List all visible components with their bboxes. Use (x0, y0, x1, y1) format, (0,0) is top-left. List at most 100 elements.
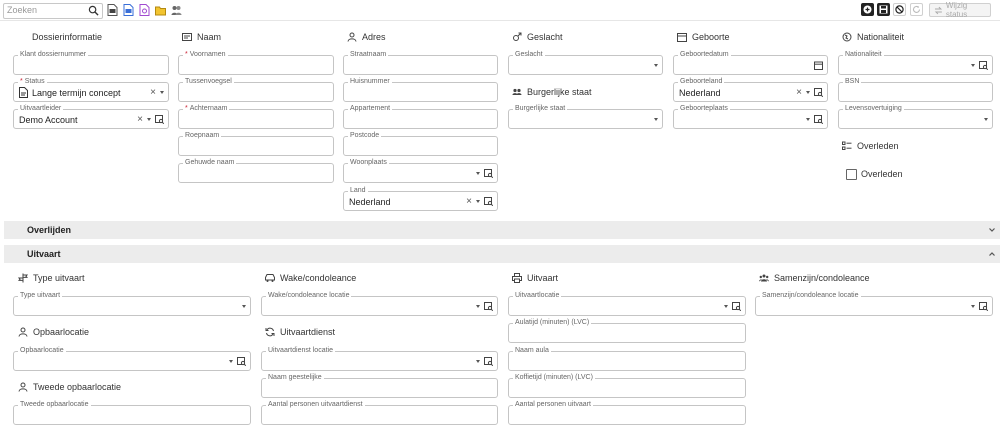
appartement-field[interactable]: Appartement (343, 104, 498, 129)
uitvaartdienst-locatie-select[interactable]: Uitvaartdienst locatie (261, 346, 498, 371)
field-label: Samenzijn/condoleance locatie (760, 291, 861, 300)
open-record-icon[interactable] (484, 302, 493, 311)
type-uitvaart-select[interactable]: Type uitvaart (13, 291, 251, 316)
clear-icon[interactable]: × (796, 87, 802, 98)
roepnaam-field[interactable]: Roepnaam (178, 131, 334, 156)
gehuwde-naam-field[interactable]: Gehuwde naam (178, 158, 334, 183)
samenzijn-locatie-select[interactable]: Samenzijn/condoleance locatie (755, 291, 993, 316)
levensovertuiging-select[interactable]: Levensovertuiging (838, 104, 993, 129)
open-record-icon[interactable] (979, 61, 988, 70)
clear-icon[interactable]: × (137, 114, 143, 125)
open-record-icon[interactable] (484, 169, 493, 178)
status-select[interactable]: * Status Lange termijn concept × (13, 77, 169, 102)
chevron-down-icon[interactable] (806, 91, 810, 94)
folder-icon[interactable] (155, 4, 166, 16)
section-title: Geslacht (527, 32, 563, 42)
geboortedatum-field[interactable]: Geboortedatum (673, 50, 828, 75)
geboorteplaats-select[interactable]: Geboorteplaats (673, 104, 828, 129)
woonplaats-select[interactable]: Woonplaats (343, 158, 498, 183)
aantal-personen-uitvaart-field[interactable]: Aantal personen uitvaart (508, 400, 746, 425)
uitvaartleider-select[interactable]: Uitvaartleider Demo Account × (13, 104, 169, 129)
naam-geestelijke-field[interactable]: Naam geestelijke (261, 373, 498, 398)
open-record-icon[interactable] (237, 357, 246, 366)
printer-icon (512, 273, 522, 283)
chevron-down-icon[interactable] (806, 118, 810, 121)
document-pdf-icon[interactable] (107, 4, 118, 16)
chevron-down-icon[interactable] (242, 305, 246, 308)
open-record-icon[interactable] (732, 302, 741, 311)
overlijden-panel-header[interactable]: Overlijden (4, 221, 1000, 239)
search-box[interactable] (3, 3, 103, 19)
chevron-down-icon[interactable] (724, 305, 728, 308)
koffietijd-field[interactable]: Koffietijd (minuten) (LVC) (508, 373, 746, 398)
aulatijd-field[interactable]: Aulatijd (minuten) (LVC) (508, 318, 746, 343)
field-label: Geslacht (513, 50, 545, 59)
calendar-icon[interactable] (814, 61, 823, 70)
document-word-icon[interactable] (123, 4, 134, 16)
straatnaam-field[interactable]: Straatnaam (343, 50, 498, 75)
open-record-icon[interactable] (814, 115, 823, 124)
chevron-down-icon[interactable] (476, 305, 480, 308)
chevron-down-icon[interactable] (476, 360, 480, 363)
geboorteland-select[interactable]: Geboorteland Nederland × (673, 77, 828, 102)
chevron-down-icon[interactable] (984, 118, 988, 121)
open-record-icon[interactable] (814, 88, 823, 97)
naam-aula-field[interactable]: Naam aula (508, 346, 746, 371)
change-status-button[interactable]: Wijzig status (929, 1, 991, 19)
signpost-icon (18, 273, 28, 283)
search-icon (88, 5, 99, 16)
people-icon[interactable] (171, 4, 182, 16)
add-button[interactable] (861, 3, 874, 16)
geslacht-select[interactable]: Geslacht (508, 50, 663, 75)
open-record-icon[interactable] (484, 197, 493, 206)
chevron-down-icon[interactable] (229, 360, 233, 363)
chevron-down-icon[interactable] (476, 200, 480, 203)
postcode-field[interactable]: Postcode (343, 131, 498, 156)
overleden-checkbox[interactable] (846, 169, 857, 180)
huisnummer-field[interactable]: Huisnummer (343, 77, 498, 102)
clear-icon[interactable]: × (466, 196, 472, 207)
cancel-button[interactable] (893, 3, 906, 16)
field-label: Uitvaartlocatie (513, 291, 562, 300)
group-icon (512, 88, 522, 95)
clear-icon[interactable]: × (150, 87, 156, 98)
aantal-personen-uitvaartdienst-field[interactable]: Aantal personen uitvaartdienst (261, 400, 498, 425)
section-title: Naam (197, 32, 222, 42)
save-button[interactable] (877, 3, 890, 16)
nationaliteit-select[interactable]: Nationaliteit (838, 50, 993, 75)
field-label: Aantal personen uitvaartdienst (266, 400, 365, 409)
chevron-down-icon[interactable] (971, 305, 975, 308)
section-title: Uitvaartdienst (280, 327, 336, 337)
chevron-down-icon[interactable] (654, 64, 658, 67)
overleden-checkbox-label: Overleden (861, 169, 903, 179)
wake-locatie-select[interactable]: Wake/condoleance locatie (261, 291, 498, 316)
refresh-button[interactable] (910, 3, 923, 16)
field-label: Woonplaats (348, 158, 389, 167)
document-copy-icon[interactable] (139, 4, 150, 16)
land-select[interactable]: Land Nederland × (343, 186, 498, 211)
achternaam-field[interactable]: * Achternaam (178, 104, 334, 129)
uitvaart-panel-header[interactable]: Uitvaart (4, 245, 1000, 263)
voornamen-field[interactable]: * Voornamen (178, 50, 334, 75)
chevron-down-icon[interactable] (654, 118, 658, 121)
chevron-down-icon[interactable] (160, 91, 164, 94)
open-record-icon[interactable] (979, 302, 988, 311)
burgerlijke-staat-select[interactable]: Burgerlijke staat (508, 104, 663, 129)
search-input[interactable] (4, 4, 92, 16)
tweede-opbaarlocatie-field[interactable]: Tweede opbaarlocatie (13, 400, 251, 425)
klant-dossiernummer-field[interactable]: Klant dossiernummer (13, 50, 169, 75)
field-label: BSN (843, 77, 862, 86)
section-title: Adres (362, 32, 386, 42)
group-icon (759, 274, 769, 282)
bsn-field[interactable]: BSN (838, 77, 993, 102)
open-record-icon[interactable] (484, 357, 493, 366)
chevron-down-icon[interactable] (476, 172, 480, 175)
opbaarlocatie-select[interactable]: Opbaarlocatie (13, 346, 251, 371)
open-record-icon[interactable] (155, 115, 164, 124)
chevron-down-icon[interactable] (971, 64, 975, 67)
chevron-down-icon[interactable] (147, 118, 151, 121)
tussenvoegsel-field[interactable]: Tussenvoegsel (178, 77, 334, 102)
field-label: * Status (18, 77, 47, 86)
section-title: Overleden (857, 141, 899, 151)
uitvaartlocatie-select[interactable]: Uitvaartlocatie (508, 291, 746, 316)
